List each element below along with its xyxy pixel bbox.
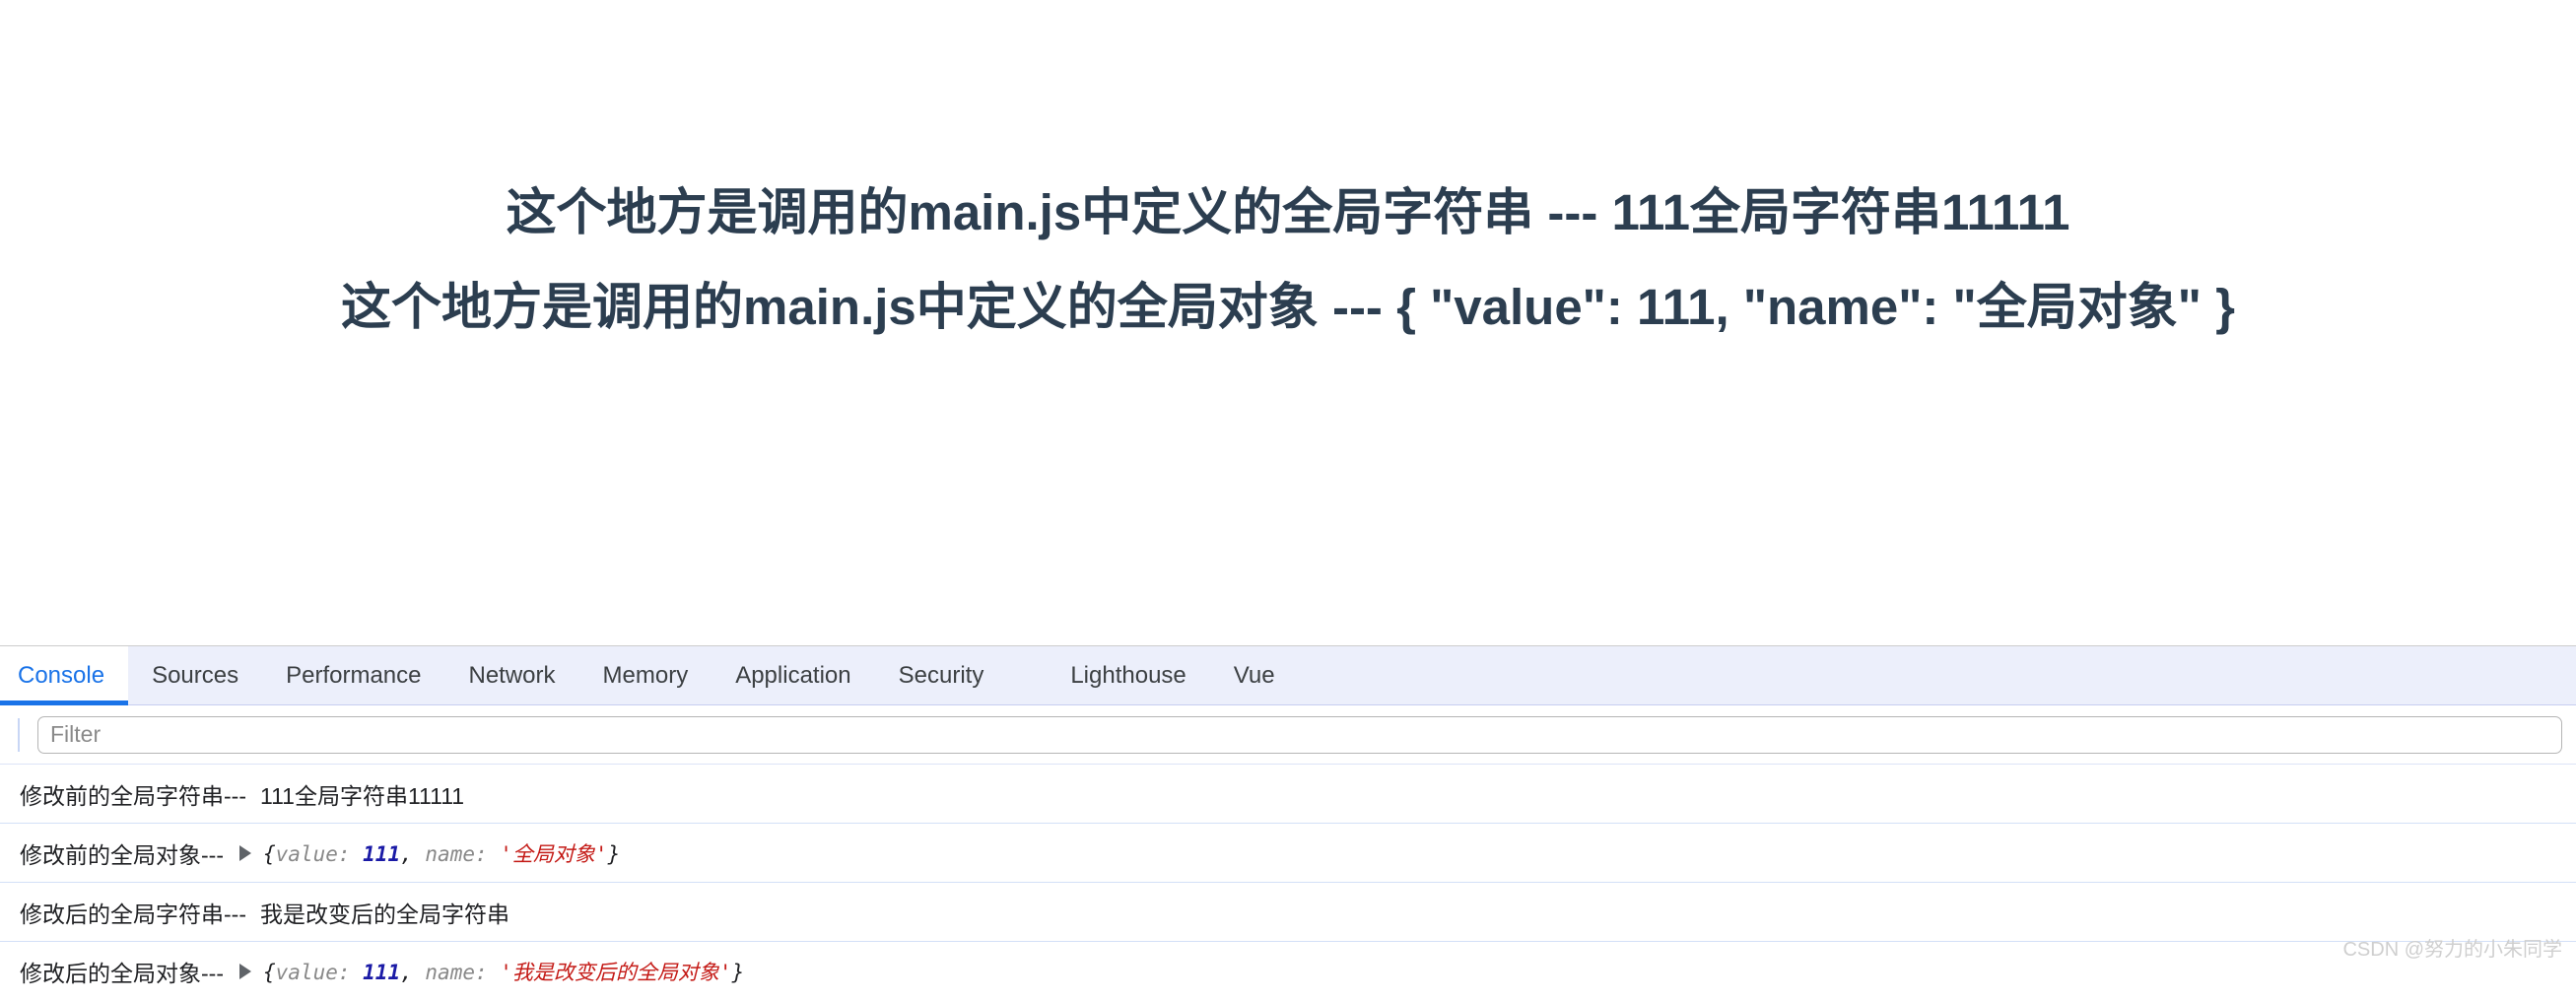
tab-vue[interactable]: Vue — [1210, 646, 1299, 704]
global-object-heading: 这个地方是调用的main.js中定义的全局对象 --- { "value": 1… — [341, 279, 2235, 335]
console-toolbar — [0, 705, 2576, 765]
object-comma: , — [400, 961, 413, 984]
object-string-value: '全局对象' — [500, 841, 608, 866]
object-key-value: value: — [275, 961, 351, 984]
object-number-value: 111 — [363, 841, 401, 866]
object-key-name: name: — [425, 961, 488, 984]
console-row[interactable]: 修改前的全局字符串--- 111全局字符串11111 — [0, 765, 2576, 824]
tab-console[interactable]: Console — [0, 646, 129, 705]
object-open-brace: { — [262, 961, 276, 984]
tab-performance-label: Performance — [286, 661, 422, 689]
toolbar-divider — [18, 717, 20, 752]
console-message-label: 修改前的全局字符串--- — [20, 782, 246, 809]
tab-network-label: Network — [468, 661, 556, 689]
tab-lighthouse[interactable]: Lighthouse — [1047, 646, 1209, 704]
expand-triangle-icon[interactable] — [238, 844, 251, 861]
object-string-value: '我是改变后的全局对象' — [500, 961, 732, 984]
object-close-brace: } — [607, 841, 621, 866]
devtools-tab-bar: Console Sources Performance Network Memo… — [0, 646, 2576, 705]
devtools-panel: Console Sources Performance Network Memo… — [0, 645, 2576, 1001]
tab-security-label: Security — [898, 661, 984, 689]
console-object-preview: {value: 111, name: '全局对象'} — [263, 838, 620, 868]
object-close-brace: } — [731, 961, 745, 984]
expand-triangle-icon[interactable] — [238, 964, 251, 979]
tab-performance[interactable]: Performance — [262, 646, 444, 704]
tab-sources[interactable]: Sources — [128, 646, 262, 704]
object-open-brace: { — [262, 841, 276, 866]
object-key-name: name: — [425, 841, 488, 866]
tab-console-label: Console — [18, 661, 105, 689]
object-number-value: 111 — [363, 961, 401, 984]
global-string-heading: 这个地方是调用的main.js中定义的全局字符串 --- 111全局字符串111… — [506, 184, 2070, 240]
tab-security[interactable]: Security — [875, 646, 1008, 704]
tab-vue-label: Vue — [1233, 661, 1275, 689]
console-row[interactable]: 修改后的全局对象--- {value: 111, name: '我是改变后的全局… — [0, 942, 2576, 1001]
filter-input[interactable] — [37, 715, 2562, 754]
console-object-preview: {value: 111, name: '我是改变后的全局对象'} — [263, 957, 744, 986]
object-key-value: value: — [275, 841, 351, 866]
console-row[interactable]: 修改后的全局字符串--- 我是改变后的全局字符串 — [0, 883, 2576, 942]
console-row[interactable]: 修改前的全局对象--- {value: 111, name: '全局对象'} — [0, 824, 2576, 883]
console-message-label: 修改前的全局对象--- — [20, 841, 224, 868]
app-viewport: 这个地方是调用的main.js中定义的全局字符串 --- 111全局字符串111… — [0, 0, 2576, 645]
console-message-label: 修改后的全局字符串--- — [20, 901, 246, 927]
tab-application[interactable]: Application — [712, 646, 874, 704]
console-message-label: 修改后的全局对象--- — [20, 961, 224, 986]
console-message-value: 111全局字符串11111 — [259, 782, 465, 809]
tab-sources-label: Sources — [152, 661, 239, 689]
console-message-value: 我是改变后的全局字符串 — [259, 901, 509, 927]
tab-memory-label: Memory — [602, 661, 689, 689]
tab-memory[interactable]: Memory — [579, 646, 712, 704]
tab-application-label: Application — [735, 661, 851, 689]
tab-lighthouse-label: Lighthouse — [1070, 661, 1186, 689]
console-message-list: 修改前的全局字符串--- 111全局字符串11111 修改前的全局对象--- {… — [0, 765, 2576, 1001]
object-comma: , — [400, 841, 413, 866]
tab-network[interactable]: Network — [445, 646, 579, 704]
